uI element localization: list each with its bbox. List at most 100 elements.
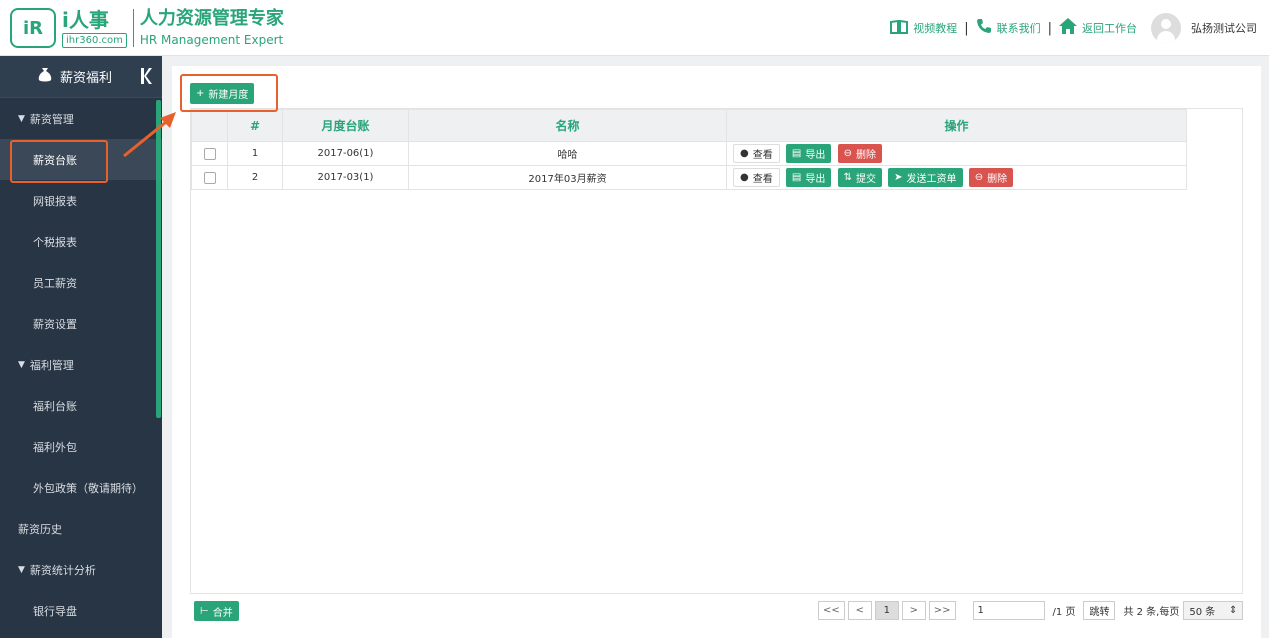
export-button[interactable]: ▤ 导出 xyxy=(785,168,832,187)
jump-button[interactable]: 跳转 xyxy=(1083,601,1116,620)
sidebar-item-label: 薪资统计分析 xyxy=(29,563,96,577)
sidebar-item-label: 员工薪资 xyxy=(33,276,77,290)
header-actions: 视频教程 | 联系我们 | 返回工作台 弘扬测试公司 xyxy=(890,12,1257,44)
view-button[interactable]: ● 查看 xyxy=(733,144,780,163)
delete-label: 删除 xyxy=(987,174,1008,185)
chevron-down-icon: ▼ xyxy=(18,359,25,370)
logo-title: 人力资源管理专家 xyxy=(139,8,284,29)
logo-brand: i人事 xyxy=(62,7,109,32)
money-bag-icon xyxy=(38,67,52,87)
delete-button[interactable]: ⊖ 删除 xyxy=(968,168,1014,187)
sidebar-group-salary-management[interactable]: ▼ 薪资管理 xyxy=(0,98,162,139)
sidebar-item-label: 福利管理 xyxy=(29,358,74,372)
sidebar-header: 薪资福利 xyxy=(0,56,162,98)
sidebar-item-bank-export[interactable]: 银行导盘 xyxy=(0,590,162,631)
row-month: 2017-03(1) xyxy=(282,165,409,190)
records-summary: 共 2 条,每页 xyxy=(1123,607,1180,618)
row-actions: ● 查看 ▤ 导出 ⊖ 删除 xyxy=(726,141,1187,166)
sidebar-item-label: 福利台账 xyxy=(33,399,77,413)
row-checkbox-cell xyxy=(191,165,228,190)
row-checkbox-cell xyxy=(191,141,228,166)
logo-divider xyxy=(132,9,134,47)
merge-button[interactable]: ⊢ 合并 xyxy=(194,601,239,621)
chevron-down-icon: ▼ xyxy=(18,564,25,575)
sidebar-item-label: 银行导盘 xyxy=(33,604,77,618)
sidebar-item-bank-report[interactable]: 网银报表 xyxy=(0,180,162,221)
view-button[interactable]: ● 查看 xyxy=(733,168,780,187)
sidebar-item-employee-salary[interactable]: 员工薪资 xyxy=(0,262,162,303)
sidebar-item-label: 薪资历史 xyxy=(18,522,62,536)
sidebar-item-outsourcing-policy[interactable]: 外包政策（敬请期待） xyxy=(0,467,162,508)
sidebar-item-salary-settings[interactable]: 薪资设置 xyxy=(0,303,162,344)
info-icon: ● xyxy=(740,172,749,183)
return-workbench-label: 返回工作台 xyxy=(1082,22,1137,35)
export-label: 导出 xyxy=(805,174,826,185)
merge-icon: ⊢ xyxy=(200,605,209,617)
file-icon: ▤ xyxy=(791,172,802,183)
sidebar-group-benefits-management[interactable]: ▼ 福利管理 xyxy=(0,344,162,385)
pagination: << < 1 > >> 1 /1 页 跳转 共 2 条,每页 50 条 ⇕ xyxy=(818,601,1244,620)
sidebar-item-label: 外包政策（敬请期待） xyxy=(33,481,143,495)
sidebar-item-salary-history[interactable]: 薪资历史 xyxy=(0,508,162,549)
send-payslip-button[interactable]: ➤ 发送工资单 xyxy=(888,168,963,187)
info-icon: ● xyxy=(740,148,749,159)
sidebar-item-benefits-outsourcing[interactable]: 福利外包 xyxy=(0,426,162,467)
row-checkbox[interactable] xyxy=(203,147,216,160)
sidebar-item-label: 薪资管理 xyxy=(29,112,74,126)
column-header-name: 名称 xyxy=(408,109,727,142)
return-workbench-link[interactable]: 返回工作台 xyxy=(1059,18,1137,38)
collapse-sidebar-icon[interactable] xyxy=(141,66,153,90)
sidebar-title: 薪资福利 xyxy=(60,71,113,86)
logo-badge: iR xyxy=(10,8,56,48)
first-page-button[interactable]: << xyxy=(818,601,845,620)
submit-icon: ⇅ xyxy=(843,172,852,183)
next-page-button[interactable]: > xyxy=(901,601,926,620)
row-checkbox[interactable] xyxy=(203,171,216,184)
minus-circle-icon: ⊖ xyxy=(843,148,852,159)
book-icon xyxy=(890,19,909,38)
main-panel: + 新建月度 # 月度台账 名称 操作 1 2017-06(1) 哈哈 ● 查看… xyxy=(172,66,1261,638)
merge-label: 合并 xyxy=(212,607,233,619)
phone-icon xyxy=(976,18,992,38)
file-icon: ▤ xyxy=(791,148,802,159)
table-header-row: # 月度台账 名称 操作 xyxy=(191,109,1187,142)
view-label: 查看 xyxy=(752,174,773,185)
ledger-table-container: # 月度台账 名称 操作 1 2017-06(1) 哈哈 ● 查看 ▤ 导出 ⊖ 删除 xyxy=(190,108,1243,594)
last-page-button[interactable]: >> xyxy=(928,601,956,620)
video-tutorial-label: 视频教程 xyxy=(913,22,958,35)
sidebar-group-salary-analytics[interactable]: ▼ 薪资统计分析 xyxy=(0,549,162,590)
sidebar-item-tax-report[interactable]: 个税报表 xyxy=(0,221,162,262)
logo-subtitle: HR Management Expert xyxy=(139,33,284,47)
sidebar-item-benefits-ledger[interactable]: 福利台账 xyxy=(0,385,162,426)
logo-url: ihr360.com xyxy=(62,32,127,48)
row-number: 1 xyxy=(227,141,283,166)
sidebar-scrollbar[interactable] xyxy=(156,100,161,418)
send-payslip-label: 发送工资单 xyxy=(906,174,957,185)
contact-us-link[interactable]: 联系我们 xyxy=(976,18,1041,38)
current-page-button[interactable]: 1 xyxy=(874,601,899,620)
avatar[interactable] xyxy=(1151,13,1181,43)
page-number-input[interactable]: 1 xyxy=(972,601,1045,620)
export-label: 导出 xyxy=(805,150,826,161)
send-icon: ➤ xyxy=(894,172,903,183)
contact-us-label: 联系我们 xyxy=(996,22,1041,35)
company-name[interactable]: 弘扬测试公司 xyxy=(1191,20,1257,36)
column-header-actions: 操作 xyxy=(726,109,1187,142)
logo[interactable]: iR i人事 ihr360.com 人力资源管理专家 HR Management… xyxy=(10,8,284,48)
home-icon xyxy=(1059,18,1077,38)
highlight-box-sidebar xyxy=(10,140,108,183)
ledger-table: # 月度台账 名称 操作 1 2017-06(1) 哈哈 ● 查看 ▤ 导出 ⊖ 删除 xyxy=(191,109,1187,190)
prev-page-button[interactable]: < xyxy=(847,601,872,620)
column-header-number: # xyxy=(227,109,283,142)
row-name: 2017年03月薪资 xyxy=(408,165,727,190)
delete-button[interactable]: ⊖ 删除 xyxy=(837,144,882,163)
submit-label: 提交 xyxy=(855,174,876,185)
submit-button[interactable]: ⇅ 提交 xyxy=(837,168,882,187)
row-name: 哈哈 xyxy=(408,141,727,166)
per-page-value: 50 条 xyxy=(1189,607,1216,618)
per-page-select[interactable]: 50 条 ⇕ xyxy=(1183,601,1244,620)
delete-label: 删除 xyxy=(855,150,876,161)
video-tutorial-link[interactable]: 视频教程 xyxy=(890,19,957,38)
chevron-down-icon: ▼ xyxy=(18,113,25,124)
export-button[interactable]: ▤ 导出 xyxy=(785,144,832,163)
